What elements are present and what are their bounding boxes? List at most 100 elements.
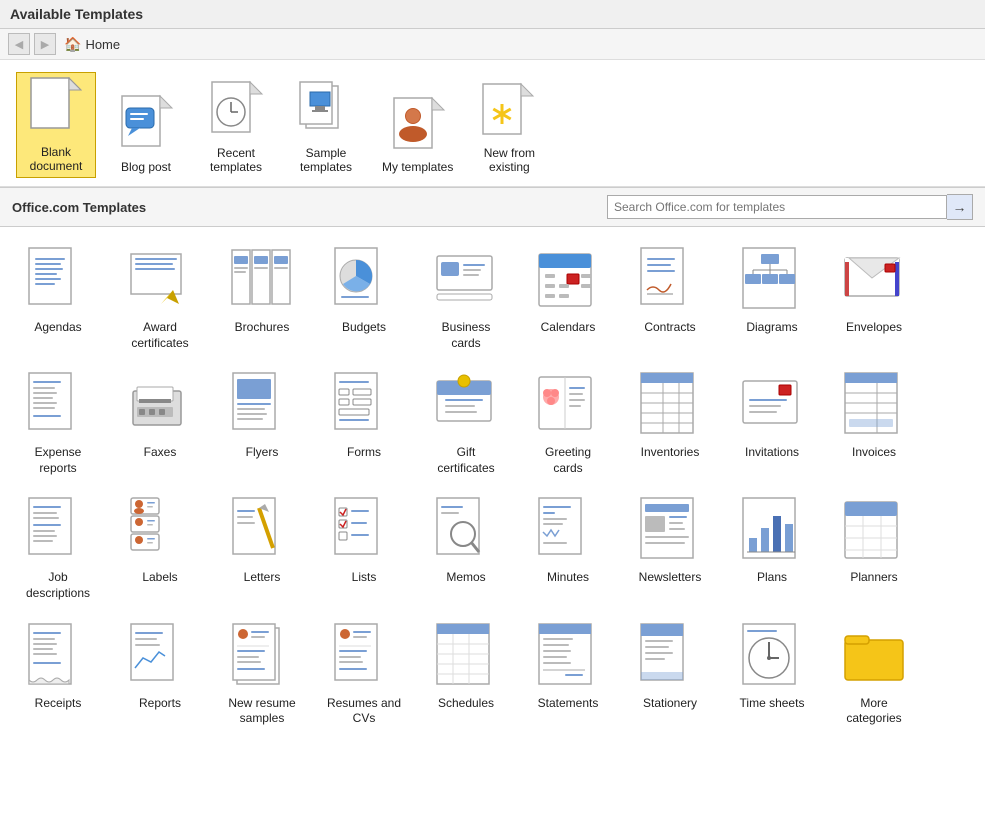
invitations-icon: [737, 371, 807, 441]
grid-item-memos[interactable]: Memos: [416, 487, 516, 610]
page-title: Available Templates: [10, 6, 143, 22]
job-descriptions-icon: [23, 496, 93, 566]
grid-item-forms[interactable]: Forms: [314, 362, 414, 485]
office-com-header: Office.com Templates →: [0, 187, 985, 227]
grid-item-letters[interactable]: Letters: [212, 487, 312, 610]
grid-item-new-resume-samples[interactable]: New resume samples: [212, 613, 312, 736]
grid-item-lists[interactable]: Lists: [314, 487, 414, 610]
receipts-label: Receipts: [35, 696, 82, 712]
plans-label: Plans: [757, 570, 787, 586]
grid-item-invoices[interactable]: Invoices: [824, 362, 924, 485]
top-item-new-from-existing[interactable]: New from existing: [469, 74, 549, 178]
grid-item-greeting-cards[interactable]: Greeting cards: [518, 362, 618, 485]
grid-item-agendas[interactable]: Agendas: [8, 237, 108, 360]
grid-item-resumes-and-cvs[interactable]: Resumes and CVs: [314, 613, 414, 736]
resumes-and-cvs-label: Resumes and CVs: [327, 696, 401, 727]
labels-icon: [125, 496, 195, 566]
grid-item-planners[interactable]: Planners: [824, 487, 924, 610]
greeting-cards-label: Greeting cards: [545, 445, 591, 476]
invoices-label: Invoices: [852, 445, 896, 461]
flyers-icon: [227, 371, 297, 441]
diagrams-label: Diagrams: [746, 320, 797, 336]
grid-item-labels[interactable]: Labels: [110, 487, 210, 610]
new-resume-samples-icon: [227, 622, 297, 692]
grid-item-invitations[interactable]: Invitations: [722, 362, 822, 485]
faxes-icon: [125, 371, 195, 441]
labels-label: Labels: [142, 570, 177, 586]
search-input[interactable]: [607, 195, 947, 219]
inventories-label: Inventories: [641, 445, 700, 461]
search-wrap: →: [607, 194, 973, 220]
top-item-my-templates[interactable]: My templates: [376, 88, 459, 178]
invitations-label: Invitations: [745, 445, 799, 461]
grid-item-budgets[interactable]: Budgets: [314, 237, 414, 360]
grid-item-diagrams[interactable]: Diagrams: [722, 237, 822, 360]
flyers-label: Flyers: [246, 445, 279, 461]
grid-item-contracts[interactable]: Contracts: [620, 237, 720, 360]
grid-item-expense-reports[interactable]: Expense reports: [8, 362, 108, 485]
lists-icon: [329, 496, 399, 566]
grid-item-job-descriptions[interactable]: Job descriptions: [8, 487, 108, 610]
grid-item-flyers[interactable]: Flyers: [212, 362, 312, 485]
memos-label: Memos: [446, 570, 485, 586]
grid-item-faxes[interactable]: Faxes: [110, 362, 210, 485]
grid-item-reports[interactable]: Reports: [110, 613, 210, 736]
sample-templates-label: Sample templates: [300, 146, 352, 174]
grid-item-envelopes[interactable]: Envelopes: [824, 237, 924, 360]
grid-item-receipts[interactable]: Receipts: [8, 613, 108, 736]
grid-item-calendars[interactable]: Calendars: [518, 237, 618, 360]
forward-button[interactable]: ▶: [34, 33, 56, 55]
forms-icon: [329, 371, 399, 441]
recent-templates-label: Recent templates: [210, 146, 262, 174]
top-item-blog-post[interactable]: Blog post: [106, 88, 186, 178]
more-categories-icon: [839, 622, 909, 692]
newsletters-label: Newsletters: [639, 570, 702, 586]
stationery-label: Stationery: [643, 696, 697, 712]
award-certificates-icon: [125, 246, 195, 316]
grid-item-stationery[interactable]: Stationery: [620, 613, 720, 736]
page-header: Available Templates: [0, 0, 985, 29]
grid-item-schedules[interactable]: Schedules: [416, 613, 516, 736]
nav-bar: ◀ ▶ 🏠 Home: [0, 29, 985, 60]
grid-item-minutes[interactable]: Minutes: [518, 487, 618, 610]
grid-item-newsletters[interactable]: Newsletters: [620, 487, 720, 610]
my-templates-icon: [386, 92, 450, 156]
agendas-label: Agendas: [34, 320, 81, 336]
calendars-label: Calendars: [541, 320, 596, 336]
top-item-recent-templates[interactable]: Recent templates: [196, 74, 276, 178]
grid-item-business-cards[interactable]: Business cards: [416, 237, 516, 360]
top-item-sample-templates[interactable]: Sample templates: [286, 74, 366, 178]
top-item-blank-document[interactable]: Blank document: [16, 72, 96, 178]
brochures-icon: [227, 246, 297, 316]
receipts-icon: [23, 622, 93, 692]
recent-templates-icon: [204, 78, 268, 142]
inventories-icon: [635, 371, 705, 441]
gift-certificates-icon: [431, 371, 501, 441]
grid-item-more-categories[interactable]: More categories: [824, 613, 924, 736]
memos-icon: [431, 496, 501, 566]
business-cards-label: Business cards: [442, 320, 491, 351]
grid-item-plans[interactable]: Plans: [722, 487, 822, 610]
planners-label: Planners: [850, 570, 897, 586]
brochures-label: Brochures: [235, 320, 290, 336]
award-certificates-label: Award certificates: [131, 320, 188, 351]
grid-item-inventories[interactable]: Inventories: [620, 362, 720, 485]
grid-item-gift-certificates[interactable]: Gift certificates: [416, 362, 516, 485]
statements-icon: [533, 622, 603, 692]
resumes-and-cvs-icon: [329, 622, 399, 692]
grid-item-brochures[interactable]: Brochures: [212, 237, 312, 360]
contracts-icon: [635, 246, 705, 316]
grid-item-time-sheets[interactable]: Time sheets: [722, 613, 822, 736]
forms-label: Forms: [347, 445, 381, 461]
faxes-label: Faxes: [144, 445, 177, 461]
office-com-title: Office.com Templates: [12, 200, 146, 215]
minutes-icon: [533, 496, 603, 566]
back-button[interactable]: ◀: [8, 33, 30, 55]
new-resume-samples-label: New resume samples: [228, 696, 295, 727]
search-button[interactable]: →: [947, 194, 973, 220]
my-templates-label: My templates: [382, 160, 453, 174]
grid-item-statements[interactable]: Statements: [518, 613, 618, 736]
grid-item-award-certificates[interactable]: Award certificates: [110, 237, 210, 360]
home-breadcrumb: 🏠 Home: [64, 36, 120, 53]
sample-templates-icon: [294, 78, 358, 142]
